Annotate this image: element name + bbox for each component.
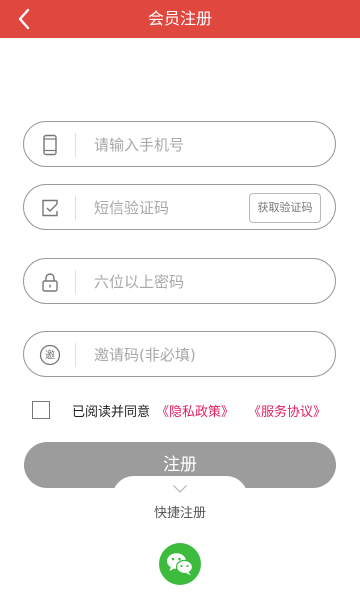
invite-icon-glyph: 邀 <box>45 349 55 362</box>
back-button[interactable] <box>8 0 40 38</box>
phone-icon <box>43 134 57 156</box>
invite-badge-icon: 邀 <box>39 344 61 366</box>
page-title: 会员注册 <box>147 9 212 28</box>
password-field[interactable] <box>23 258 336 304</box>
invite-code-field[interactable]: 邀 <box>23 331 336 377</box>
get-code-button[interactable]: 获取验证码 <box>249 193 321 223</box>
phone-field[interactable] <box>23 121 336 167</box>
quick-register-label[interactable]: 快捷注册 <box>0 502 360 521</box>
service-agreement-link[interactable]: 《服务协议》 <box>248 401 326 420</box>
chevron-down-icon[interactable] <box>172 484 188 494</box>
privacy-policy-link[interactable]: 《隐私政策》 <box>156 401 234 420</box>
lock-icon <box>42 273 58 292</box>
chevron-left-icon <box>18 8 30 30</box>
agreement-row: 已阅读并同意 《隐私政策》 《服务协议》 <box>32 400 342 420</box>
wechat-login-button[interactable] <box>159 543 201 585</box>
invite-code-input[interactable] <box>94 340 314 370</box>
top-bar: 会员注册 <box>0 0 360 38</box>
agreement-text: 已阅读并同意 <box>72 404 151 420</box>
password-input[interactable] <box>94 267 314 297</box>
agreement-checkbox[interactable] <box>32 401 50 419</box>
sms-code-input[interactable] <box>94 193 234 223</box>
field-divider <box>75 133 76 157</box>
field-divider <box>75 270 76 294</box>
field-divider <box>75 343 76 367</box>
sms-code-field[interactable]: 获取验证码 <box>23 184 336 230</box>
wechat-icon <box>167 553 194 576</box>
message-check-icon <box>42 199 58 217</box>
field-divider <box>75 196 76 220</box>
phone-input[interactable] <box>94 130 314 160</box>
